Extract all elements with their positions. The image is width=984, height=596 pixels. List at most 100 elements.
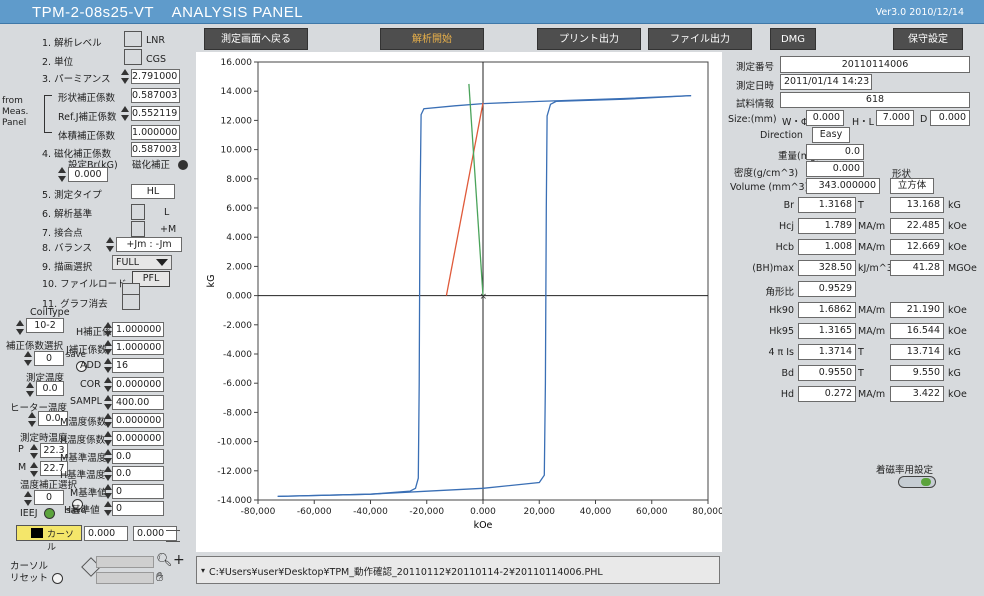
- refj-stepper[interactable]: [121, 106, 129, 121]
- h-ref-value-field[interactable]: 0: [112, 501, 164, 516]
- y-tick-label: 0.000: [226, 292, 252, 302]
- weight-field[interactable]: 0.0: [806, 144, 864, 160]
- maintenance-settings-button[interactable]: 保守設定: [893, 28, 963, 50]
- corr-select-label: 補正係数選択: [6, 341, 64, 352]
- balance-field[interactable]: +Jm : -Jm: [116, 237, 182, 252]
- cor-label: COR: [80, 379, 101, 390]
- meas-temp-field[interactable]: 0.0: [36, 381, 64, 396]
- shape-coef-field[interactable]: 0.587003: [131, 88, 180, 103]
- cursor-marker[interactable]: ×: [480, 292, 488, 302]
- print-output-button[interactable]: プリント出力: [537, 28, 641, 50]
- corr-select-field[interactable]: 0: [34, 351, 64, 366]
- h-temp-coef-field[interactable]: 0.000000: [112, 431, 164, 446]
- shape-field[interactable]: 立方体: [890, 178, 934, 194]
- file-path-text: C:¥Users¥user¥Desktop¥TPM_動作確認_20110112¥…: [209, 567, 603, 578]
- result-row: Hk95 1.3165 MA/m 16.544 kOe: [726, 323, 978, 341]
- mag-correction-toggle[interactable]: [178, 160, 188, 170]
- chevron-down-icon[interactable]: [156, 259, 168, 266]
- permeance-field[interactable]: 2.791000: [131, 69, 180, 84]
- m-stepper[interactable]: [30, 462, 38, 477]
- junction-toggle[interactable]: [131, 221, 145, 237]
- meas-temp-stepper[interactable]: [26, 382, 34, 397]
- h-corr-field[interactable]: 1.000000: [112, 322, 164, 337]
- m-ref-value-stepper[interactable]: [104, 484, 112, 499]
- cor-stepper[interactable]: [104, 377, 112, 392]
- m-ref-value-field[interactable]: 0: [112, 484, 164, 499]
- m-temp-coef-field[interactable]: 0.000000: [112, 413, 164, 428]
- result-row: Br 1.3168 T 13.168 kG: [726, 197, 978, 215]
- m-ref-temp-field[interactable]: 0.0: [112, 449, 164, 464]
- permeance-stepper[interactable]: [121, 69, 129, 84]
- h-ref-temp-field[interactable]: 0.0: [112, 466, 164, 481]
- unit-label: 2. 単位: [42, 57, 74, 68]
- zoom-icon[interactable]: 🔍︎: [156, 553, 173, 568]
- add-stepper[interactable]: [104, 358, 112, 373]
- back-to-measure-button[interactable]: 測定画面へ戻る: [204, 28, 308, 50]
- hysteresis-chart[interactable]: 16.000 14.000 12.000 10.000 8.000 6.000 4.000 2…: [196, 52, 724, 552]
- unit-toggle[interactable]: [124, 49, 142, 65]
- hand-icon[interactable]: ✋︎: [156, 570, 163, 585]
- w-field[interactable]: 0.000: [806, 110, 844, 126]
- result-cgs-unit: kG: [948, 368, 961, 379]
- m-temp-coef-stepper[interactable]: [104, 413, 112, 428]
- sampl-stepper[interactable]: [104, 395, 112, 410]
- j-corr-stepper[interactable]: [104, 340, 112, 355]
- cursor-slider-2[interactable]: [96, 572, 154, 584]
- result-name: Hk90: [769, 305, 794, 316]
- temp-corr-stepper[interactable]: [24, 491, 32, 506]
- file-output-button[interactable]: ファイル出力: [648, 28, 752, 50]
- cursor-x-field[interactable]: 0.000: [84, 526, 128, 541]
- plus-icon[interactable]: +: [173, 552, 185, 568]
- refj-coef-field[interactable]: 0.552119: [131, 106, 180, 121]
- volume-coef-field[interactable]: 1.000000: [131, 125, 180, 140]
- j-corr-field[interactable]: 1.000000: [112, 340, 164, 355]
- p-stepper[interactable]: [30, 444, 38, 459]
- mag-coef-field[interactable]: 0.587003: [131, 142, 180, 157]
- measure-type-field[interactable]: HL: [131, 184, 175, 199]
- graph-clear-button[interactable]: [122, 294, 140, 310]
- h-ref-value-stepper[interactable]: [104, 501, 112, 516]
- br-setting-stepper[interactable]: [58, 167, 66, 182]
- density-label: 密度(g/cm^3): [734, 168, 799, 179]
- br-setting-field[interactable]: 0.000: [68, 167, 108, 182]
- analysis-level-toggle[interactable]: [124, 31, 142, 47]
- cor-field[interactable]: 0.000000: [112, 377, 164, 392]
- dmg-button[interactable]: DMG: [770, 28, 816, 50]
- h-ref-temp-stepper[interactable]: [104, 466, 112, 481]
- balance-stepper[interactable]: [106, 237, 114, 252]
- result-si-unit: MA/m: [858, 326, 886, 337]
- x-tick-label: 40,000: [580, 507, 612, 517]
- analyze-start-button[interactable]: 解析開始: [380, 28, 484, 50]
- h-field[interactable]: 7.000: [876, 110, 914, 126]
- result-cgs-value: 13.168: [890, 197, 944, 213]
- sampl-field[interactable]: 400.00: [112, 395, 164, 410]
- meas-no-field[interactable]: 20110114006: [780, 56, 970, 73]
- analysis-level-label: 1. 解析レベル: [42, 38, 102, 49]
- analysis-basis-toggle[interactable]: [131, 204, 145, 220]
- y-tick-label: 8.000: [226, 175, 252, 185]
- coil-type-field[interactable]: 10-2: [26, 318, 64, 333]
- density-field[interactable]: 0.000: [806, 161, 864, 177]
- y-tick-label: -14.000: [217, 496, 252, 506]
- h-corr-stepper[interactable]: [104, 322, 112, 337]
- cursor-reset-radio[interactable]: [52, 573, 63, 584]
- d-field[interactable]: 0.000: [930, 110, 970, 126]
- result-name: Hcj: [778, 221, 794, 232]
- cursor-slider-1[interactable]: [96, 556, 154, 568]
- y-tick-label: 12.000: [221, 116, 253, 126]
- m-ref-temp-stepper[interactable]: [104, 449, 112, 464]
- volume-field[interactable]: 343.000000: [806, 178, 880, 194]
- add-field[interactable]: 16: [112, 358, 164, 373]
- coil-type-stepper[interactable]: [16, 320, 24, 335]
- meas-datetime-field[interactable]: 2011/01/14 14:23: [780, 74, 872, 90]
- h-temp-coef-stepper[interactable]: [104, 431, 112, 446]
- direction-field[interactable]: Easy: [812, 127, 850, 143]
- ieej-radio[interactable]: [44, 508, 55, 519]
- corr-select-stepper[interactable]: [24, 351, 32, 366]
- heater-temp-stepper[interactable]: [28, 412, 36, 427]
- y-tick-label: -10.000: [217, 438, 252, 448]
- temp-corr-field[interactable]: 0: [34, 490, 64, 505]
- right-panel: 測定番号 20110114006 測定日時 2011/01/14 14:23 試…: [726, 52, 978, 552]
- mag-ratio-toggle[interactable]: [898, 476, 936, 488]
- sample-info-field[interactable]: 618: [780, 92, 970, 108]
